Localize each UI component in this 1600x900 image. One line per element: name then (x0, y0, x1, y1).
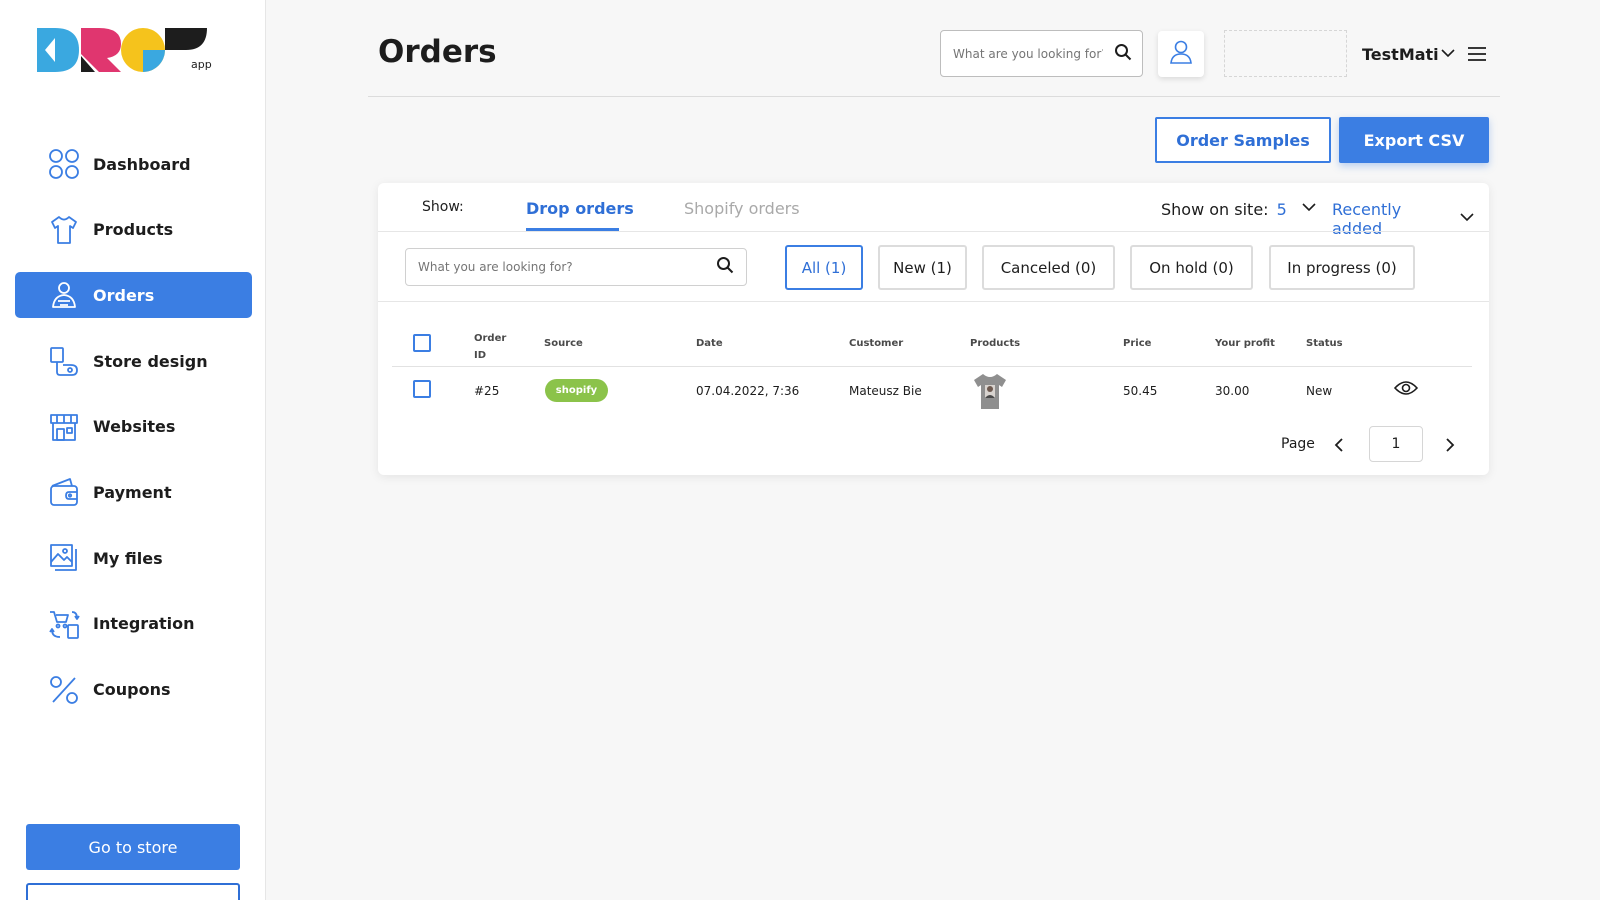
orders-card: Show: Drop orders Shopify orders Show on… (378, 183, 1489, 475)
source-badge: shopify (545, 379, 608, 402)
dashboard-icon (48, 148, 80, 180)
sidebar-item-label: Websites (93, 417, 176, 437)
hamburger-menu-icon[interactable] (1468, 46, 1486, 65)
sidebar-item-products[interactable]: Products (15, 207, 252, 253)
filter-on-hold-button[interactable]: On hold (0) (1130, 245, 1253, 290)
chevron-down-icon (1459, 209, 1475, 229)
tab-shopify-orders[interactable]: Shopify orders (684, 199, 800, 218)
wallet-icon (48, 476, 80, 508)
show-on-site-label: Show on site: (1161, 199, 1269, 219)
sort-select[interactable]: Recently added (1332, 200, 1489, 238)
view-eye-icon[interactable] (1393, 380, 1419, 400)
chevron-down-icon (1301, 199, 1317, 219)
orders-search-input[interactable] (418, 260, 698, 274)
column-header-price[interactable]: Price (1123, 338, 1151, 349)
orders-search-box[interactable] (405, 248, 747, 286)
sidebar-nav: Dashboard Products Orders Store design W… (15, 141, 252, 732)
sidebar-item-websites[interactable]: Websites (15, 404, 252, 450)
chevron-left-icon[interactable] (1333, 437, 1345, 456)
order-id-cell: #25 (474, 384, 500, 398)
sidebar-item-label: Dashboard (93, 154, 191, 174)
placeholder-box (1224, 30, 1347, 77)
user-icon (1170, 40, 1192, 68)
show-label: Show: (422, 199, 464, 215)
column-header-order-id-line2: ID (474, 350, 487, 361)
tshirt-icon (48, 214, 80, 246)
column-header-source[interactable]: Source (544, 338, 583, 349)
drop-app-logo[interactable]: app (37, 26, 212, 74)
column-header-order-id-line1: Order (474, 333, 507, 344)
sidebar-item-label: Integration (93, 614, 195, 634)
sidebar-item-label: Payment (93, 482, 172, 502)
sidebar-item-my-files[interactable]: My files (15, 535, 252, 581)
sidebar-item-label: Products (93, 220, 174, 240)
top-search-input[interactable] (953, 46, 1103, 61)
customer-cell: Mateusz Bie (849, 384, 922, 398)
tab-drop-orders[interactable]: Drop orders (526, 199, 634, 218)
sidebar-item-dashboard[interactable]: Dashboard (15, 141, 252, 187)
tabs-divider (378, 231, 1489, 232)
filter-in-progress-button[interactable]: In progress (0) (1269, 245, 1415, 290)
sidebar-item-coupons[interactable]: Coupons (15, 667, 252, 713)
column-header-profit[interactable]: Your profit (1215, 338, 1275, 349)
filters-divider (378, 301, 1489, 302)
filter-new-button[interactable]: New (1) (878, 245, 967, 290)
profit-cell: 30.00 (1215, 384, 1250, 398)
sidebar-item-orders[interactable]: Orders (15, 272, 252, 319)
order-samples-button[interactable]: Order Samples (1155, 117, 1331, 163)
storefront-icon (48, 411, 80, 443)
pagination-label: Page (1281, 436, 1315, 452)
page-number-input[interactable]: 1 (1369, 426, 1423, 462)
column-header-products[interactable]: Products (970, 338, 1020, 349)
export-csv-button[interactable]: Export CSV (1339, 117, 1489, 163)
column-header-customer[interactable]: Customer (849, 338, 903, 349)
sidebar-item-store-design[interactable]: Store design (15, 338, 252, 384)
column-header-status[interactable]: Status (1306, 338, 1343, 349)
files-icon (48, 542, 80, 574)
show-on-site-value: 5 (1276, 199, 1287, 219)
sidebar-item-label: My files (93, 548, 163, 568)
orders-icon (48, 279, 80, 311)
top-search-box[interactable] (940, 30, 1143, 77)
search-icon[interactable] (1114, 43, 1132, 65)
page-title: Orders (378, 34, 497, 70)
filter-canceled-button[interactable]: Canceled (0) (982, 245, 1115, 290)
sort-label: Recently added (1332, 200, 1402, 238)
sidebar-item-integration[interactable]: Integration (15, 601, 252, 647)
select-all-checkbox[interactable] (413, 334, 431, 352)
chevron-down-icon[interactable] (1440, 45, 1456, 65)
date-cell: 07.04.2022, 7:36 (696, 384, 800, 398)
chevron-right-icon[interactable] (1444, 437, 1456, 456)
integration-icon (48, 608, 80, 640)
price-cell: 50.45 (1123, 384, 1158, 398)
user-profile-button[interactable] (1158, 31, 1204, 77)
logo-sub-text: app (191, 58, 212, 71)
brush-icon (48, 345, 80, 377)
column-header-date[interactable]: Date (696, 338, 723, 349)
row-checkbox[interactable] (413, 380, 431, 398)
column-header-order-id[interactable]: Order ID (474, 330, 506, 364)
filter-all-button[interactable]: All (1) (785, 245, 863, 290)
go-to-store-button[interactable]: Go to store (26, 824, 240, 870)
header-divider (368, 96, 1500, 97)
sidebar-item-label: Orders (93, 285, 155, 305)
sidebar-item-label: Coupons (93, 680, 171, 699)
table-header-divider (392, 366, 1472, 367)
percent-icon (48, 674, 80, 706)
status-cell: New (1306, 384, 1333, 398)
search-icon[interactable] (716, 256, 734, 278)
product-thumbnail[interactable] (970, 371, 1010, 411)
sidebar-item-payment[interactable]: Payment (15, 469, 252, 515)
show-on-site-select[interactable]: Show on site: 5 (1161, 199, 1317, 219)
secondary-sidebar-button[interactable] (26, 883, 240, 900)
username-label[interactable]: TestMati (1362, 45, 1439, 64)
sidebar-item-label: Store design (93, 351, 208, 371)
sidebar: app Dashboard Products Orders Store desi… (0, 0, 266, 900)
